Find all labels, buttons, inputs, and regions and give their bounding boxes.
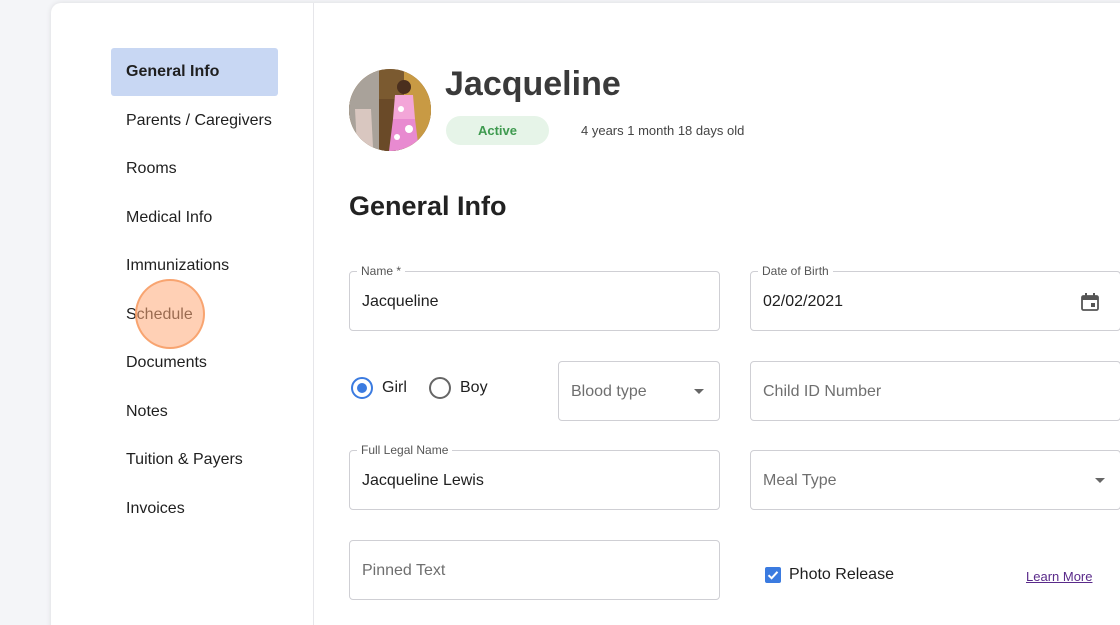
section-title: General Info xyxy=(349,191,507,221)
legal-name-value: Jacqueline Lewis xyxy=(362,472,484,489)
blood-type-placeholder: Blood type xyxy=(571,383,647,400)
blood-type-select[interactable]: Blood type xyxy=(558,361,720,421)
meal-type-placeholder: Meal Type xyxy=(763,472,837,489)
full-legal-name-field[interactable]: Full Legal Name Jacqueline Lewis xyxy=(349,443,720,510)
radio-girl-label: Girl xyxy=(382,379,407,396)
avatar-photo xyxy=(349,69,431,151)
photo-release-checkbox[interactable] xyxy=(765,567,781,583)
age-text: 4 years 1 month 18 days old xyxy=(581,123,745,138)
sidebar-item-schedule[interactable]: Schedule xyxy=(111,291,278,339)
radio-boy[interactable]: Boy xyxy=(429,377,488,399)
radio-boy-label: Boy xyxy=(460,379,488,396)
sidebar-item-invoices[interactable]: Invoices xyxy=(111,485,278,533)
pinned-text-input[interactable]: Pinned Text xyxy=(349,540,720,600)
sidebar-item-general-info[interactable]: General Info xyxy=(111,48,278,96)
status-badge: Active xyxy=(446,116,549,145)
pinned-text-placeholder: Pinned Text xyxy=(362,562,446,579)
meal-type-select[interactable]: Meal Type xyxy=(750,450,1120,510)
main-card: General Info Parents / Caregivers Rooms … xyxy=(51,3,1120,625)
name-value: Jacqueline xyxy=(362,293,439,310)
photo-release-checkbox-row[interactable]: Photo Release xyxy=(765,566,894,584)
sidebar-item-parents-caregivers[interactable]: Parents / Caregivers xyxy=(111,97,278,145)
learn-more-link[interactable]: Learn More xyxy=(1026,569,1092,584)
sidebar-item-immunizations[interactable]: Immunizations xyxy=(111,242,278,290)
child-id-input[interactable]: Child ID Number xyxy=(750,361,1120,421)
sidebar-item-medical-info[interactable]: Medical Info xyxy=(111,194,278,242)
child-id-placeholder: Child ID Number xyxy=(763,383,882,400)
sidebar-item-documents[interactable]: Documents xyxy=(111,339,278,387)
photo-release-label: Photo Release xyxy=(789,566,894,583)
caret-down-icon xyxy=(694,389,704,394)
radio-girl-circle[interactable] xyxy=(351,377,373,399)
caret-down-icon xyxy=(1095,478,1105,483)
child-name: Jacqueline xyxy=(445,65,621,103)
sidebar-item-notes[interactable]: Notes xyxy=(111,388,278,436)
calendar-icon[interactable] xyxy=(1080,292,1100,312)
sidebar-item-tuition-payers[interactable]: Tuition & Payers xyxy=(111,436,278,484)
name-field[interactable]: Name * Jacqueline xyxy=(349,264,720,331)
radio-boy-circle[interactable] xyxy=(429,377,451,399)
dob-value: 02/02/2021 xyxy=(763,293,844,310)
radio-girl[interactable]: Girl xyxy=(351,377,407,399)
date-of-birth-field[interactable]: Date of Birth 02/02/2021 xyxy=(750,264,1120,331)
child-avatar xyxy=(349,69,431,151)
check-icon xyxy=(767,571,779,580)
sidebar-nav: General Info Parents / Caregivers Rooms … xyxy=(51,3,314,625)
sidebar-item-rooms[interactable]: Rooms xyxy=(111,145,278,193)
